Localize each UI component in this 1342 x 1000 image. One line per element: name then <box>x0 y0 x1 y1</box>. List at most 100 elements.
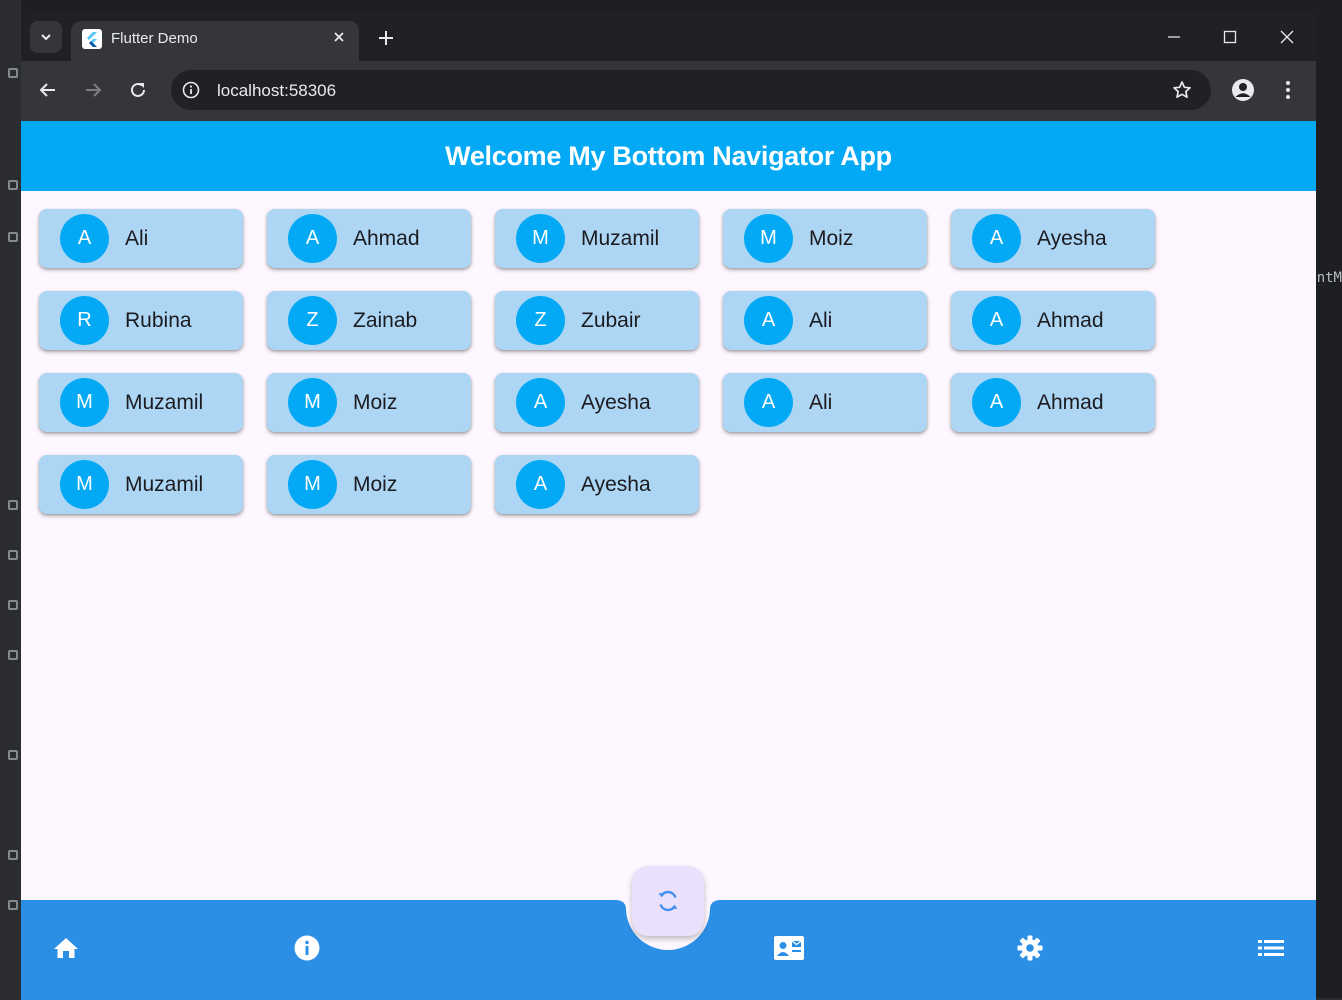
ide-tool-icon <box>8 600 18 610</box>
contact-card[interactable]: A Ahmad <box>267 209 471 268</box>
reload-button[interactable] <box>123 75 153 105</box>
nav-contact-button[interactable] <box>774 933 804 963</box>
contact-card[interactable]: A Ayesha <box>495 373 699 432</box>
contact-card[interactable]: M Muzamil <box>39 373 243 432</box>
avatar: Z <box>516 296 565 345</box>
chevron-down-icon <box>41 34 51 41</box>
sync-icon <box>658 890 678 912</box>
app-bar: Welcome My Bottom Navigator App <box>21 121 1316 191</box>
close-icon <box>334 32 344 42</box>
contact-name: Moiz <box>353 390 398 414</box>
ide-tool-icon <box>8 650 18 660</box>
contact-card[interactable]: Z Zubair <box>495 291 699 350</box>
contact-name: Ali <box>809 390 833 414</box>
contact-card[interactable]: M Muzamil <box>39 455 243 514</box>
maximize-button[interactable] <box>1218 25 1242 49</box>
contact-card[interactable]: A Ayesha <box>495 455 699 514</box>
background-ide-sidebar <box>0 0 21 1000</box>
contact-card[interactable]: A Ayesha <box>951 209 1155 268</box>
browser-window: Flutter Demo localhost:58306 Welcome My … <box>21 13 1316 1000</box>
back-button[interactable] <box>33 75 63 105</box>
arrow-left-icon <box>39 83 55 97</box>
home-icon <box>54 938 78 958</box>
close-window-button[interactable] <box>1275 25 1299 49</box>
ide-tool-icon <box>8 750 18 760</box>
contact-name: Moiz <box>809 226 854 250</box>
contact-name: Moiz <box>353 472 398 496</box>
ide-tool-icon <box>8 500 18 510</box>
ide-tool-icon <box>8 180 18 190</box>
avatar: A <box>744 296 793 345</box>
contact-name: Rubina <box>125 308 192 332</box>
contact-name: Zubair <box>581 308 641 332</box>
tab-title: Flutter Demo <box>111 30 198 47</box>
ide-tool-icon <box>8 550 18 560</box>
contact-card[interactable]: A Ahmad <box>951 291 1155 350</box>
contact-card[interactable]: M Moiz <box>267 455 471 514</box>
contact-name: Ayesha <box>1037 226 1107 250</box>
contact-name: Ahmad <box>1037 390 1104 414</box>
list-icon <box>1258 940 1284 956</box>
app-viewport: Welcome My Bottom Navigator App A Ali A Ahm… <box>21 121 1316 1000</box>
avatar: A <box>972 214 1021 263</box>
plus-icon <box>379 31 393 45</box>
flutter-favicon-icon <box>82 29 102 49</box>
contact-name: Ayesha <box>581 390 651 414</box>
more-vertical-icon <box>1286 81 1290 99</box>
browser-toolbar: localhost:58306 <box>21 61 1316 121</box>
contact-card[interactable]: Z Zainab <box>267 291 471 350</box>
contact-name: Ahmad <box>1037 308 1104 332</box>
contact-name: Ali <box>809 308 833 332</box>
ide-tool-icon <box>8 900 18 910</box>
contact-name: Ahmad <box>353 226 420 250</box>
avatar: A <box>744 378 793 427</box>
contact-name: Zainab <box>353 308 418 332</box>
profile-button[interactable] <box>1228 75 1258 105</box>
avatar: A <box>516 378 565 427</box>
tab-close-button[interactable] <box>329 27 349 47</box>
contact-card[interactable]: A Ali <box>723 291 927 350</box>
info-icon <box>294 935 320 961</box>
contact-name: Muzamil <box>581 226 660 250</box>
ide-tool-icon <box>8 232 18 242</box>
avatar: M <box>60 460 109 509</box>
ide-tool-icon <box>8 850 18 860</box>
forward-button[interactable] <box>78 75 108 105</box>
editor-code-fragment: ntM <box>1316 270 1342 286</box>
nav-home-button[interactable] <box>51 933 81 963</box>
avatar: A <box>972 296 1021 345</box>
avatar: M <box>516 214 565 263</box>
new-tab-button[interactable] <box>374 26 398 50</box>
contact-card[interactable]: M Moiz <box>267 373 471 432</box>
reload-icon <box>131 82 145 97</box>
contact-name: Muzamil <box>125 390 204 414</box>
contact-card[interactable]: A Ahmad <box>951 373 1155 432</box>
avatar: A <box>972 378 1021 427</box>
site-info-icon[interactable] <box>181 80 201 100</box>
avatar: A <box>288 214 337 263</box>
contact-name: Ali <box>125 226 149 250</box>
contact-card[interactable]: A Ali <box>39 209 243 268</box>
contact-name: Muzamil <box>125 472 204 496</box>
bookmark-star-icon[interactable] <box>1171 79 1193 101</box>
page-title: Welcome My Bottom Navigator App <box>445 140 892 171</box>
contact-name: Ayesha <box>581 472 651 496</box>
nav-list-button[interactable] <box>1256 933 1286 963</box>
tab-search-button[interactable] <box>30 21 62 53</box>
avatar: Z <box>288 296 337 345</box>
minimize-button[interactable] <box>1162 25 1186 49</box>
contact-card[interactable]: A Ali <box>723 373 927 432</box>
contact-card[interactable]: M Muzamil <box>495 209 699 268</box>
contact-card[interactable]: M Moiz <box>723 209 927 268</box>
browser-menu-button[interactable] <box>1273 75 1303 105</box>
contact-card[interactable]: R Rubina <box>39 291 243 350</box>
minimize-icon <box>1168 36 1180 38</box>
avatar: A <box>60 214 109 263</box>
refresh-fab-button[interactable] <box>632 866 704 936</box>
close-icon <box>1280 30 1294 44</box>
address-bar[interactable]: localhost:58306 <box>171 70 1211 110</box>
nav-settings-button[interactable] <box>1015 933 1045 963</box>
settings-icon <box>1017 935 1043 961</box>
nav-info-button[interactable] <box>292 933 322 963</box>
tab-flutter-demo[interactable]: Flutter Demo <box>71 21 359 61</box>
